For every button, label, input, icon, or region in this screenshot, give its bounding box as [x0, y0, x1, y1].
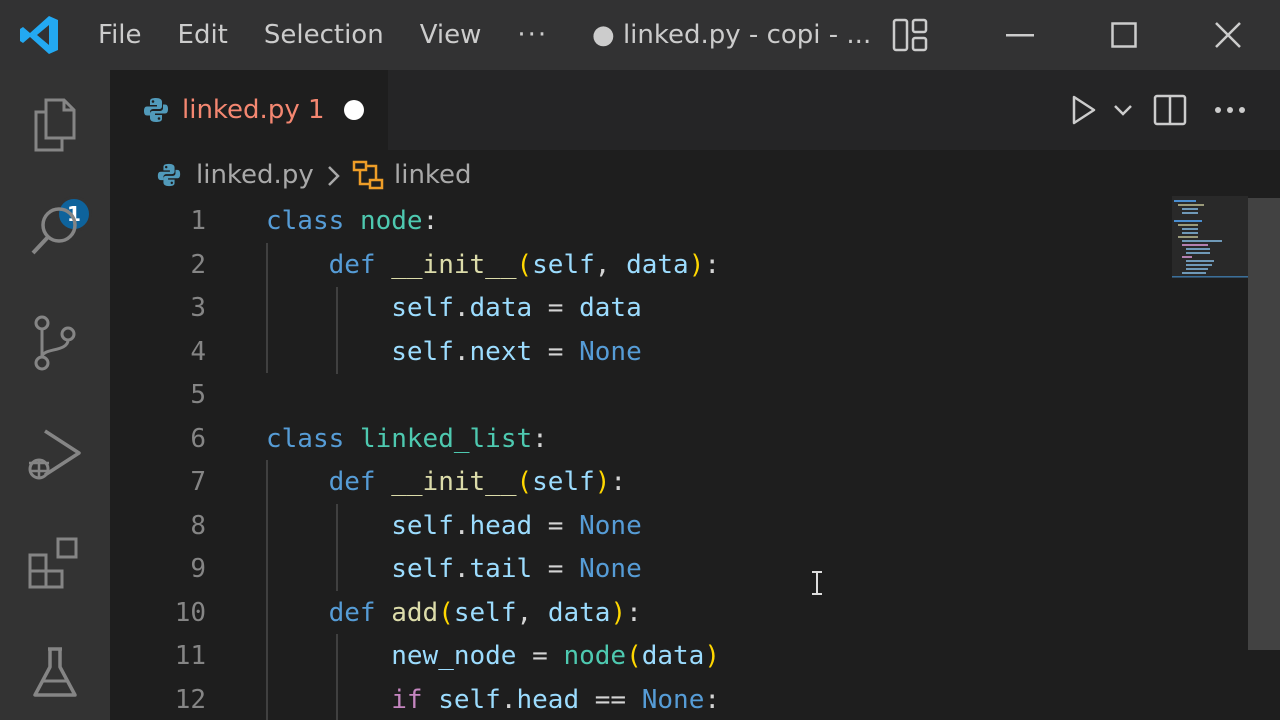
python-icon — [144, 98, 168, 122]
code-line: 7 def __init__(self): — [110, 461, 1170, 505]
maximize-button[interactable] — [1074, 0, 1174, 70]
code-text: new_node = node(data) — [391, 641, 720, 671]
search-icon — [31, 207, 77, 255]
code-text: class linked_list: — [266, 423, 548, 454]
code-text: if self.head == None: — [391, 684, 721, 715]
code-line: 5 — [110, 374, 1170, 418]
close-button[interactable] — [1178, 0, 1278, 70]
minimize-icon — [1006, 34, 1034, 37]
code-text: self.head = None — [391, 510, 642, 541]
maximize-icon — [1111, 22, 1137, 48]
source-control-icon — [34, 315, 76, 371]
explorer-icon — [34, 98, 76, 152]
extensions-icon — [28, 537, 78, 589]
code-line: 1 class node: — [110, 200, 1170, 244]
unsaved-dot-icon[interactable] — [344, 100, 364, 120]
menu-bar: File Edit Selection View ··· — [80, 0, 566, 70]
title-bar: File Edit Selection View ··· ● linked.py… — [0, 0, 1280, 70]
vscode-logo-icon[interactable] — [18, 14, 60, 56]
testing-icon — [33, 647, 77, 697]
line-number: 4 — [190, 336, 206, 367]
line-number: 1 — [190, 206, 206, 236]
menu-file[interactable]: File — [80, 0, 160, 70]
run-debug-icon — [28, 429, 81, 480]
code-line: 3 self.data = data — [110, 287, 1170, 331]
code-line: 9 self.tail = None — [110, 548, 1170, 592]
code-line: 11 new_node = node(data) — [110, 635, 1170, 679]
activity-explorer[interactable] — [22, 92, 88, 158]
activity-extensions[interactable] — [22, 530, 88, 596]
code-text: def __init__(self): — [328, 467, 627, 497]
symbol-module-icon — [352, 160, 384, 190]
line-number: 10 — [174, 597, 206, 628]
minimize-button[interactable] — [970, 0, 1070, 70]
code-text: def add(self, data): — [328, 597, 642, 628]
line-number: 11 — [174, 641, 206, 671]
line-number: 2 — [190, 249, 206, 280]
code-line: 2 def __init__(self, data): — [110, 244, 1170, 288]
tab-linked-py[interactable]: linked.py 1 — [110, 70, 388, 150]
activity-source-control[interactable] — [22, 310, 88, 376]
window-title: ● linked.py - copi - ... — [592, 20, 872, 50]
activity-run-debug[interactable] — [22, 420, 88, 486]
line-number: 8 — [190, 510, 206, 541]
code-text: class node: — [266, 206, 439, 236]
code-text: def __init__(self, data): — [328, 249, 721, 280]
breadcrumb-file[interactable]: linked.py — [196, 150, 314, 200]
code-text: self.next = None — [391, 336, 642, 367]
breadcrumb-symbol[interactable]: linked — [394, 150, 472, 200]
activity-bar: 1 — [0, 70, 110, 720]
menu-more-button[interactable]: ··· — [499, 3, 566, 67]
menu-view[interactable]: View — [402, 0, 500, 70]
menu-edit[interactable]: Edit — [160, 0, 246, 70]
line-number: 7 — [190, 467, 206, 497]
line-number: 12 — [174, 684, 206, 715]
run-icon — [1072, 95, 1096, 125]
python-icon — [157, 163, 181, 187]
line-number: 5 — [190, 380, 206, 410]
ellipsis-icon — [1215, 107, 1245, 113]
code-line: 8 self.head = None — [110, 505, 1170, 549]
minimap[interactable] — [1172, 196, 1248, 282]
code-line: 4 self.next = None — [110, 331, 1170, 375]
close-icon — [1215, 22, 1241, 48]
activity-testing[interactable] — [22, 640, 88, 706]
line-number: 3 — [190, 293, 206, 323]
code-line: 12 if self.head == None: — [110, 679, 1170, 720]
activity-search[interactable] — [22, 198, 88, 264]
vertical-scrollbar[interactable] — [1248, 198, 1280, 650]
code-text: self.data = data — [391, 293, 642, 323]
code-text: self.tail = None — [391, 554, 642, 584]
breadcrumb: linked.py linked — [110, 150, 1280, 200]
run-file-button[interactable] — [1064, 90, 1104, 130]
split-editor-icon — [1153, 94, 1187, 126]
code-line: 10 def add(self, data): — [110, 592, 1170, 636]
split-editor-button[interactable] — [1150, 90, 1190, 130]
run-dropdown-button[interactable] — [1108, 90, 1138, 130]
customize-layout-icon[interactable] — [892, 18, 928, 52]
code-line: 6 class linked_list: — [110, 418, 1170, 462]
line-number: 9 — [190, 554, 206, 584]
tab-bar: linked.py 1 — [110, 70, 1280, 150]
chevron-right-icon — [328, 166, 340, 186]
line-number: 6 — [190, 423, 206, 454]
more-actions-button[interactable] — [1210, 90, 1250, 130]
chevron-down-icon — [1114, 105, 1132, 116]
tab-label: linked.py 1 — [182, 95, 325, 125]
text-cursor-icon — [812, 571, 822, 595]
code-editor[interactable]: 1 class node: 2 def __init__(self, data)… — [110, 200, 1280, 720]
menu-selection[interactable]: Selection — [246, 0, 402, 70]
